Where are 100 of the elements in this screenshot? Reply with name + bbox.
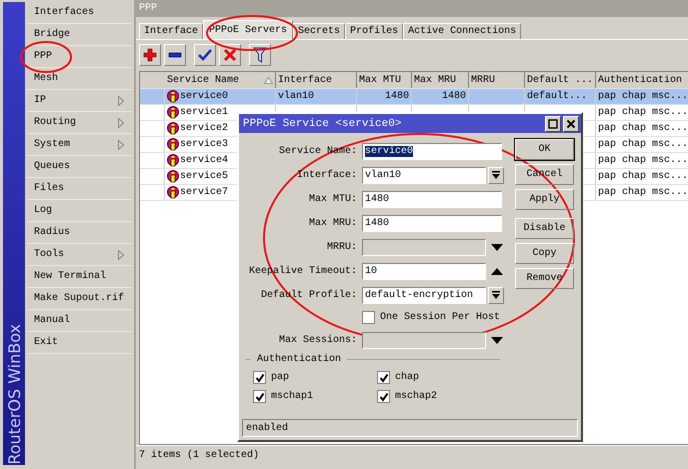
dropdown-arrow-icon <box>492 290 500 300</box>
remove-button[interactable] <box>164 44 186 66</box>
sidebar-item[interactable]: IP <box>27 90 132 112</box>
close-icon <box>566 118 576 128</box>
enable-button[interactable] <box>194 44 216 66</box>
dialog-status: enabled <box>242 419 578 437</box>
input-field[interactable]: 10 <box>362 262 486 280</box>
sidebar-item[interactable]: PPP <box>27 46 132 68</box>
input-field[interactable] <box>362 238 486 256</box>
input-field[interactable]: 1480 <box>362 190 502 208</box>
service-icon <box>167 154 180 167</box>
sidebar-item[interactable]: Manual <box>27 310 132 332</box>
sidebar-item[interactable]: Mesh <box>27 68 132 90</box>
group-title: Authentication <box>257 354 342 365</box>
dropdown-button[interactable] <box>488 286 504 304</box>
sidebar-item[interactable]: Files <box>27 178 132 200</box>
field-label: Max MRU: <box>308 218 357 228</box>
table-cell: pap chap msc... <box>598 139 688 150</box>
column-header[interactable]: MRRU <box>469 72 526 88</box>
plus-icon <box>143 48 158 62</box>
tab[interactable]: Secrets <box>293 23 346 39</box>
column-header[interactable]: Default ... <box>525 72 596 88</box>
service-icon <box>167 186 180 199</box>
table-cell: pap chap msc... <box>598 107 688 118</box>
sidebar-item[interactable]: Make Supout.rif <box>27 288 132 310</box>
close-button[interactable] <box>563 116 579 132</box>
column-header[interactable]: Max MTU <box>357 72 412 88</box>
input-field[interactable]: 1480 <box>362 214 502 232</box>
sidebar-item[interactable]: Queues <box>27 156 132 178</box>
window-title: PPP <box>136 0 688 17</box>
status-text: 7 items (1 selected) <box>139 450 260 461</box>
annotation-ellipse <box>20 41 72 73</box>
field-label: Max MTU: <box>308 194 357 204</box>
checkbox[interactable] <box>253 390 266 403</box>
tab[interactable]: Profiles <box>345 23 404 39</box>
expand-arrow-icon[interactable] <box>490 336 504 344</box>
sidebar-item[interactable]: Interfaces <box>27 2 132 24</box>
table-cell: pap chap msc... <box>598 155 688 166</box>
table-cell: pap chap msc... <box>598 171 688 182</box>
tab[interactable]: PPPoE Servers <box>203 20 294 39</box>
checkbox[interactable] <box>253 371 266 384</box>
service-icon <box>167 138 180 151</box>
sidebar-item[interactable]: Log <box>27 200 132 222</box>
checkbox[interactable] <box>377 371 390 384</box>
column-header[interactable]: Interface <box>276 72 358 88</box>
sidebar-item[interactable]: Exit <box>27 332 132 354</box>
table-cell: service1 <box>180 107 228 118</box>
column-header[interactable]: Authentication <box>596 72 688 88</box>
dialog-button[interactable]: Apply <box>515 189 574 210</box>
table-cell: service5 <box>180 171 228 182</box>
filter-button[interactable] <box>249 44 272 66</box>
sort-arrow-icon <box>264 76 274 84</box>
table-cell: 1480 <box>442 91 466 102</box>
sidebar-item[interactable]: Tools <box>27 244 132 266</box>
disable-button[interactable] <box>219 44 242 66</box>
sidebar-item[interactable]: New Terminal <box>27 266 132 288</box>
dropdown-button[interactable] <box>488 166 504 184</box>
checkmark-icon <box>198 48 212 62</box>
table-cell: pap chap msc... <box>598 91 688 102</box>
table-cell: service3 <box>180 139 228 150</box>
checkbox[interactable] <box>377 390 390 403</box>
column-header[interactable]: Service Name <box>165 72 276 88</box>
field-label: MRRU: <box>326 242 357 252</box>
dropdown-field[interactable]: default-encryption <box>362 286 486 304</box>
dialog-button[interactable]: OK <box>515 139 574 160</box>
service-icon <box>167 122 180 135</box>
tab[interactable]: Active Connections <box>403 23 522 39</box>
sidebar-item[interactable]: System <box>27 134 132 156</box>
table-cell: 1480 <box>385 91 410 102</box>
table-row[interactable]: service0 vlan10 1480 1480 default... pap chap msc... <box>140 89 688 105</box>
checkbox-label: mschap2 <box>395 391 438 402</box>
column-header[interactable]: Max MRU <box>412 72 470 88</box>
table-cell: default... <box>527 91 588 102</box>
input-field[interactable]: service0 <box>362 142 502 160</box>
service-icon <box>167 170 180 183</box>
checkbox-label: mschap1 <box>271 391 314 402</box>
dropdown-field[interactable]: vlan10 <box>362 166 486 184</box>
field-label: Max Sessions: <box>278 334 357 346</box>
sidebar-item[interactable]: Radius <box>27 222 132 244</box>
brand-text: RouterOS WinBox <box>4 323 24 465</box>
sidebar-item[interactable]: Routing <box>27 112 132 134</box>
add-button[interactable] <box>139 44 162 66</box>
input-field[interactable] <box>362 332 486 348</box>
cross-icon <box>223 48 238 62</box>
table-cell: vlan10 <box>278 91 314 102</box>
checkbox[interactable] <box>362 311 375 324</box>
filter-icon <box>253 47 268 63</box>
field-label: Interface: <box>296 170 357 180</box>
checkbox-label: One Session Per Host <box>380 312 500 323</box>
table-cell: pap chap msc... <box>598 187 688 198</box>
tab[interactable]: Interface <box>139 23 204 39</box>
service-icon <box>167 106 180 119</box>
expand-arrow-icon[interactable] <box>490 242 504 252</box>
maximize-button[interactable] <box>545 116 561 132</box>
collapse-arrow-icon[interactable] <box>490 266 504 276</box>
table-cell: service7 <box>180 187 228 198</box>
dialog-button[interactable]: Copy <box>515 243 574 264</box>
service-icon <box>167 90 180 103</box>
dialog-button[interactable]: Disable <box>515 218 574 239</box>
sidebar-item[interactable]: Bridge <box>27 24 132 46</box>
